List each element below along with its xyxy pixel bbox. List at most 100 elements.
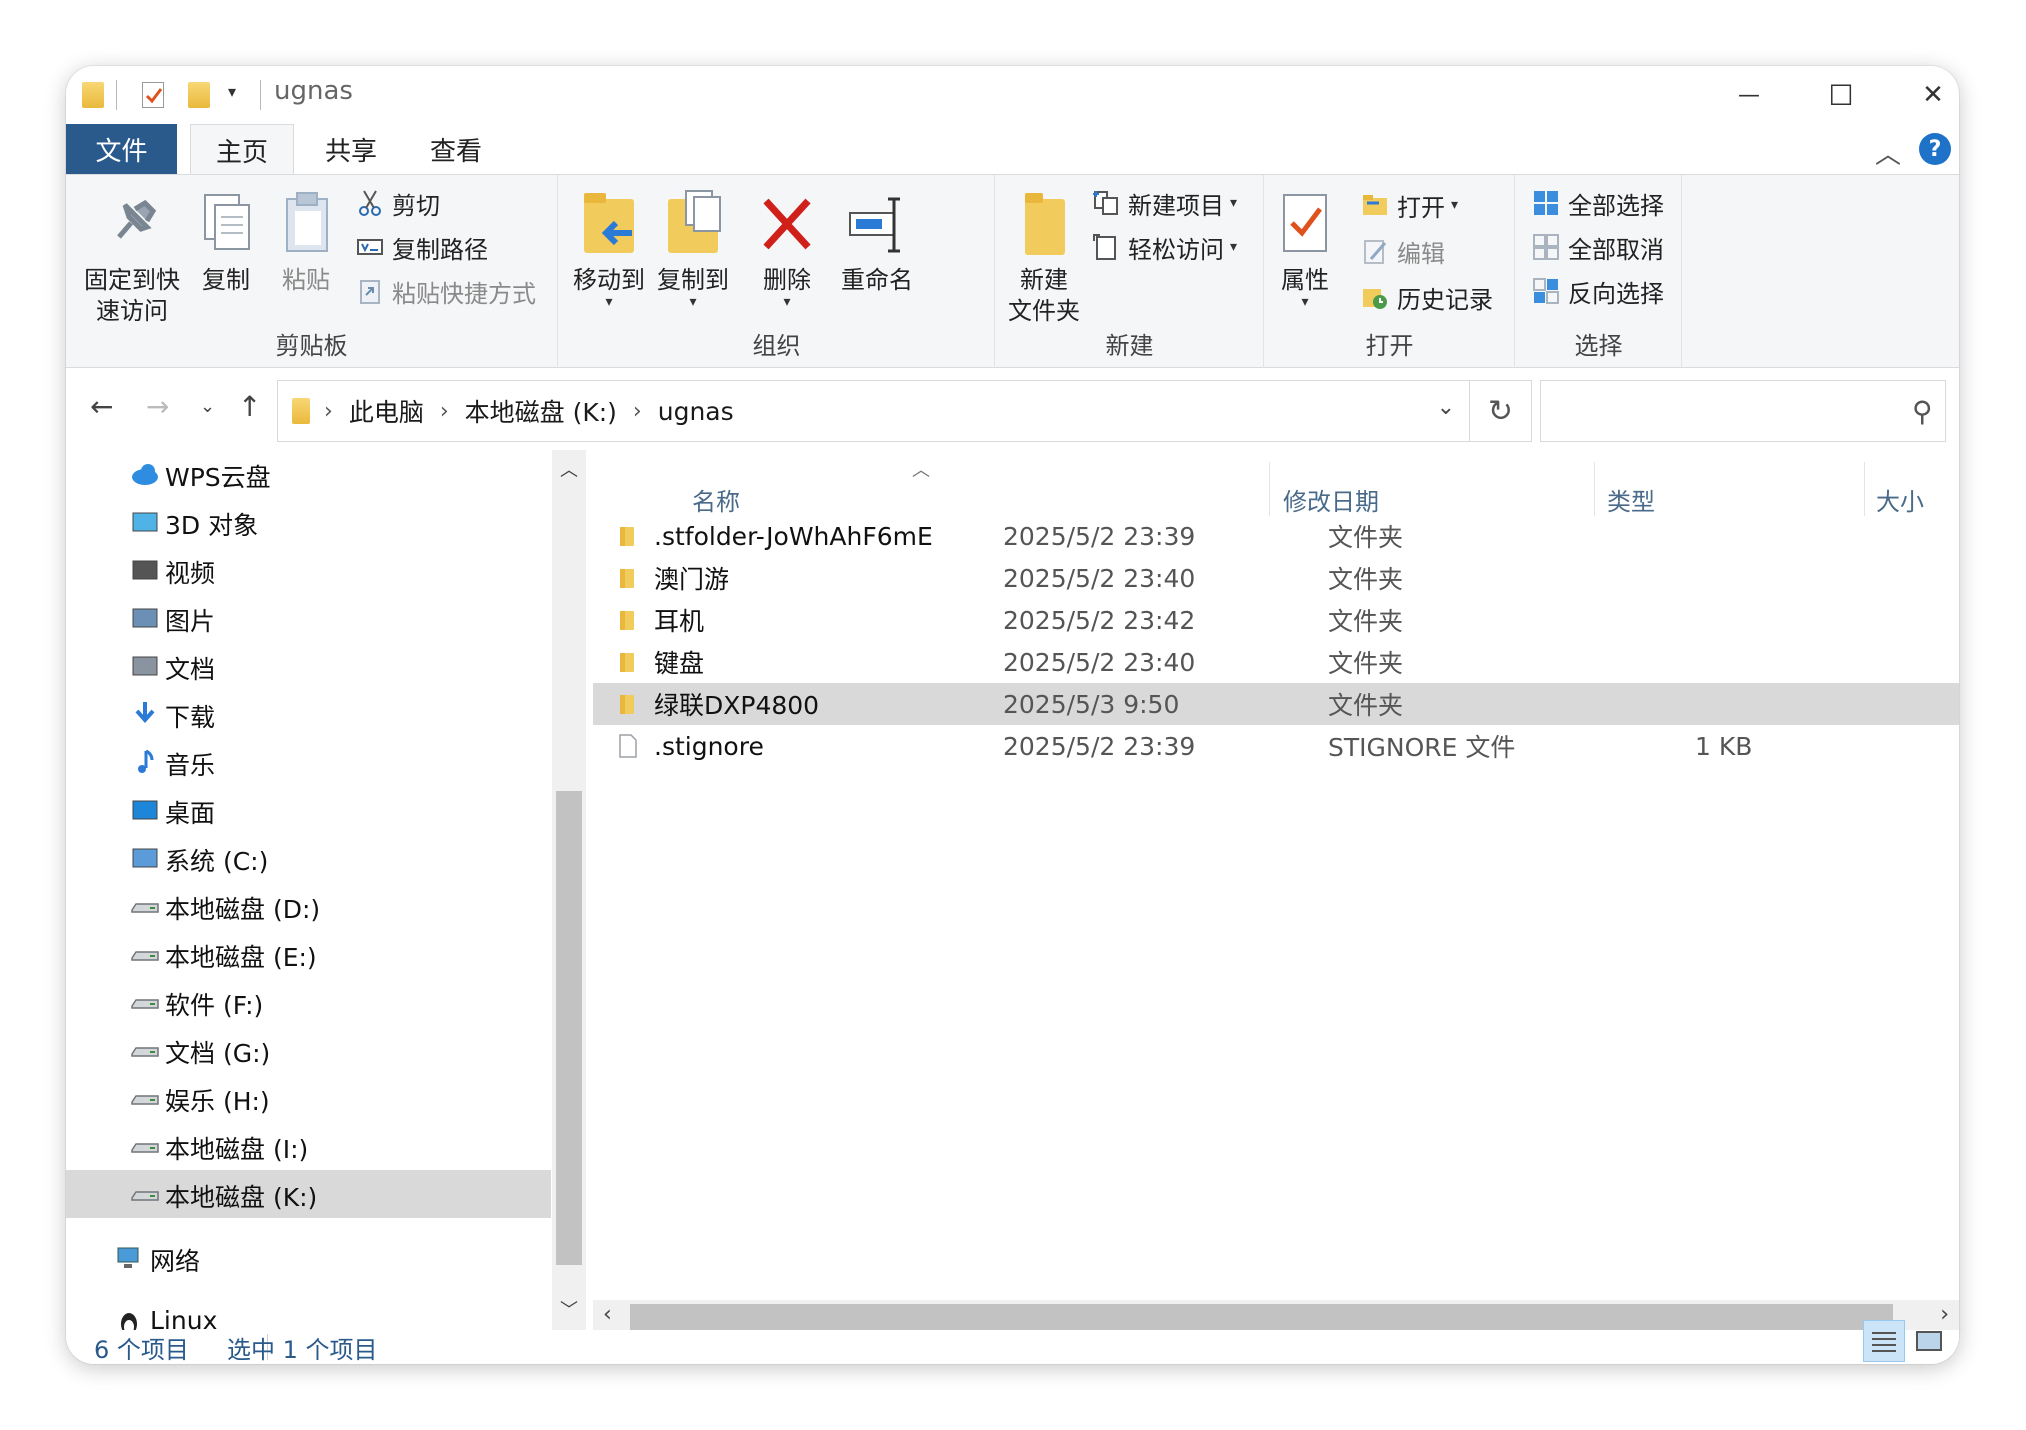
file-date: 2025/5/3 9:50 [1003, 689, 1180, 719]
sidebar-item[interactable]: 本地磁盘 (I:) [66, 1122, 551, 1170]
invert-selection-button[interactable]: 反向选择 [1532, 271, 1664, 311]
easy-access-icon [1092, 233, 1120, 261]
scroll-up-icon[interactable]: ︿ [560, 456, 578, 482]
scrollbar-thumb[interactable] [630, 1304, 1893, 1330]
help-icon[interactable]: ? [1919, 133, 1951, 165]
tab-file[interactable]: 文件 [66, 124, 177, 174]
file-size: 1 KB [1695, 731, 1753, 761]
file-type: 文件夹 [1328, 649, 1404, 678]
new-item-icon [1092, 189, 1120, 217]
close-button[interactable]: ✕ [1887, 66, 1959, 124]
sidebar-item[interactable]: 音乐 [66, 738, 551, 786]
file-icon [616, 734, 640, 758]
large-icons-view-button[interactable] [1908, 1320, 1950, 1362]
delete-button[interactable]: 删除 ▾ [755, 189, 819, 309]
content-horizontal-scrollbar[interactable]: ‹ › [593, 1300, 1959, 1334]
chevron-right-icon[interactable]: › [324, 399, 333, 424]
sidebar-item[interactable]: 文档 (G:) [66, 1026, 551, 1074]
sidebar-item[interactable]: 娱乐 (H:) [66, 1074, 551, 1122]
sidebar-item[interactable]: 视频 [66, 546, 551, 594]
back-arrow-icon[interactable]: ← [90, 390, 113, 423]
sidebar-item[interactable]: 下载 [66, 690, 551, 738]
drive-icon [130, 1084, 160, 1112]
select-group-label: 选择 [1574, 332, 1623, 360]
sidebar-item[interactable]: 本地磁盘 (K:) [66, 1170, 551, 1218]
sidebar-item[interactable]: 系统 (C:) [66, 834, 551, 882]
quick-access-dropdown-icon[interactable]: ▾ [228, 82, 236, 101]
sidebar-item-label: 文档 [165, 655, 216, 684]
sidebar-item-label: Linux [150, 1306, 218, 1330]
cloud-icon [130, 460, 160, 488]
scroll-left-icon[interactable]: ‹ [603, 1302, 612, 1327]
refresh-button[interactable]: ↻ [1470, 380, 1532, 442]
chevron-down-icon: ▾ [605, 294, 613, 310]
sidebar-item-network[interactable]: 网络 [66, 1234, 551, 1282]
file-date: 2025/5/2 23:40 [1003, 563, 1196, 593]
pin-quick-access-button[interactable]: 固定到快 速访问 [80, 189, 184, 327]
table-row[interactable]: 键盘 2025/5/2 23:40 文件夹 [593, 641, 1959, 683]
sidebar-item[interactable]: 软件 (F:) [66, 978, 551, 1026]
nav-scrollbar[interactable]: ︿ ﹀ [552, 450, 586, 1330]
table-row[interactable]: 绿联DXP4800 2025/5/3 9:50 文件夹 [593, 683, 1959, 725]
breadcrumb-this-pc[interactable]: 此电脑 [349, 393, 424, 429]
maximize-button[interactable]: ☐ [1795, 66, 1887, 124]
copy-path-button[interactable]: 复制路径 [356, 227, 488, 267]
details-view-button[interactable] [1863, 1320, 1905, 1362]
forward-arrow-icon[interactable]: → [146, 390, 169, 423]
sidebar-item[interactable]: 本地磁盘 (D:) [66, 882, 551, 930]
select-none-icon [1532, 233, 1560, 261]
move-to-button[interactable]: 移动到 ▾ [571, 189, 647, 310]
easy-access-button[interactable]: 轻松访问 ▾ [1092, 227, 1237, 267]
edit-icon [1361, 237, 1389, 265]
new-folder-quick-icon[interactable] [188, 82, 210, 108]
table-row[interactable]: .stignore 2025/5/2 23:39 STIGNORE 文件 1 KB [593, 725, 1959, 767]
breadcrumb-ugnas[interactable]: ugnas [658, 397, 734, 426]
sidebar-item-linux[interactable]: Linux [66, 1298, 551, 1330]
rename-button[interactable]: 重命名 [839, 189, 915, 296]
tab-view[interactable]: 查看 [411, 124, 501, 174]
address-dropdown-icon[interactable]: ⌄ [1437, 395, 1455, 420]
file-list: ︿ 名称 修改日期 类型 大小 .stfolder-JoWhAhF6mE 2025… [593, 450, 1959, 1300]
new-folder-button[interactable]: 新建 文件夹 [1004, 189, 1084, 327]
search-input[interactable]: ⚲ [1540, 380, 1946, 442]
sidebar-item[interactable]: 图片 [66, 594, 551, 642]
breadcrumb-drive-k[interactable]: 本地磁盘 (K:) [465, 393, 617, 429]
clipboard-group-label: 剪贴板 [275, 332, 348, 360]
tab-share[interactable]: 共享 [306, 124, 396, 174]
table-row[interactable]: 澳门游 2025/5/2 23:40 文件夹 [593, 557, 1959, 599]
scrollbar-thumb[interactable] [556, 791, 582, 1265]
select-none-button[interactable]: 全部取消 [1532, 227, 1664, 267]
paste-shortcut-button[interactable]: 粘贴快捷方式 [356, 271, 536, 311]
new-item-button[interactable]: 新建项目 ▾ [1092, 183, 1237, 223]
copy-button[interactable]: 复制 [194, 189, 258, 296]
select-group: 全部选择 全部取消 反向选择 选择 [1516, 175, 1682, 369]
minimize-button[interactable]: — [1703, 66, 1795, 124]
properties-check-icon[interactable] [142, 82, 164, 108]
table-row[interactable]: .stfolder-JoWhAhF6mE 2025/5/2 23:39 文件夹 [593, 515, 1959, 557]
table-row[interactable]: 耳机 2025/5/2 23:42 文件夹 [593, 599, 1959, 641]
open-button[interactable]: 打开 ▾ [1361, 185, 1458, 225]
recent-locations-chevron-icon[interactable]: ⌄ [200, 396, 215, 417]
edit-button[interactable]: 编辑 [1361, 231, 1445, 271]
chevron-down-icon: ▾ [1451, 197, 1459, 213]
cut-button[interactable]: 剪切 [356, 183, 440, 223]
history-button[interactable]: 历史记录 [1361, 277, 1493, 317]
copy-to-button[interactable]: 复制到 ▾ [655, 189, 731, 309]
sidebar-item[interactable]: 桌面 [66, 786, 551, 834]
ribbon-collapse-icon[interactable]: ︿ [1875, 134, 1901, 171]
sidebar-item[interactable]: 文档 [66, 642, 551, 690]
sidebar-item[interactable]: 本地磁盘 (E:) [66, 930, 551, 978]
open-group: 属性 ▾ 打开 ▾ 编辑 历史记录 打开 [1265, 175, 1515, 369]
sidebar-item-label: 3D 对象 [165, 511, 259, 540]
sidebar-item[interactable]: WPS云盘 [66, 450, 551, 498]
address-bar[interactable]: › 此电脑 › 本地磁盘 (K:) › ugnas ⌄ [277, 380, 1470, 442]
chevron-right-icon[interactable]: › [633, 399, 642, 424]
chevron-right-icon[interactable]: › [440, 399, 449, 424]
select-all-button[interactable]: 全部选择 [1532, 183, 1664, 223]
tab-home[interactable]: 主页 [190, 124, 294, 175]
up-arrow-icon[interactable]: ↑ [238, 390, 261, 423]
properties-button[interactable]: 属性 ▾ [1273, 189, 1337, 309]
scroll-down-icon[interactable]: ﹀ [560, 1296, 578, 1322]
sidebar-item[interactable]: 3D 对象 [66, 498, 551, 546]
paste-button[interactable]: 粘贴 [274, 189, 338, 296]
